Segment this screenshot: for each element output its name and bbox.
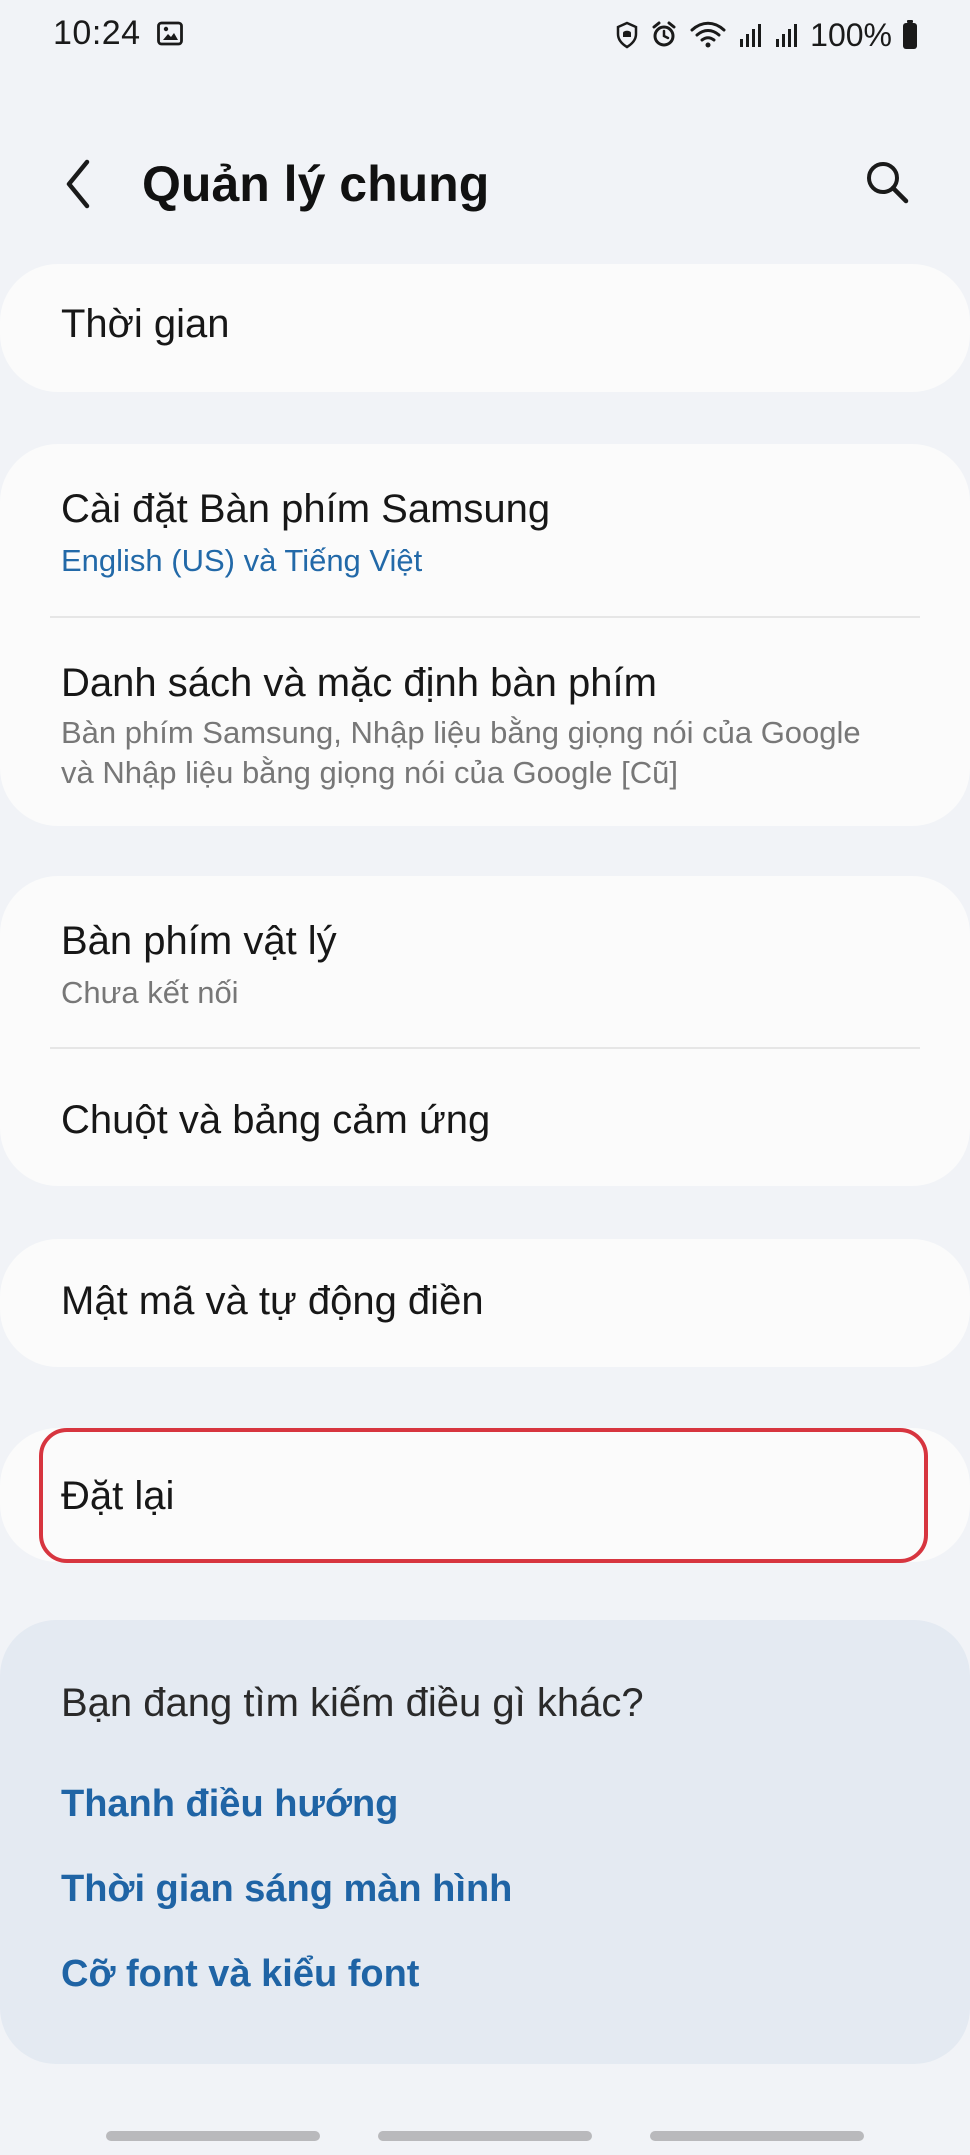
status-time: 10:24 (53, 14, 141, 52)
divider (50, 1047, 920, 1049)
nav-recent-button[interactable] (106, 2131, 320, 2141)
setting-item-reset[interactable]: Đặt lại (0, 1471, 970, 1521)
setting-title-keyboard-list: Danh sách và mặc định bàn phím (61, 661, 657, 705)
setting-subtitle-samsung-keyboard: English (US) và Tiếng Việt (61, 543, 423, 578)
setting-item-samsung-keyboard[interactable]: Cài đặt Bàn phím Samsung English (US) và… (0, 484, 970, 581)
nav-back-button[interactable] (650, 2131, 864, 2141)
setting-title-samsung-keyboard: Cài đặt Bàn phím Samsung (61, 487, 551, 531)
app-header: Quản lý chung (0, 130, 970, 240)
privacy-icon (614, 21, 640, 49)
setting-title-physical-keyboard: Bàn phím vật lý (61, 919, 337, 963)
setting-item-password-autofill[interactable]: Mật mã và tự động điền (0, 1276, 970, 1326)
image-icon (157, 21, 183, 47)
status-icons: 100% (614, 17, 918, 53)
wifi-icon (688, 20, 728, 50)
setting-title-password-autofill: Mật mã và tự động điền (61, 1279, 484, 1323)
signal-icon (738, 21, 764, 49)
search-icon (867, 162, 909, 204)
card-keyboard: Cài đặt Bàn phím Samsung English (US) và… (0, 444, 970, 826)
card-input-devices: Bàn phím vật lý Chưa kết nối Chuột và bả… (0, 876, 970, 1186)
card-time: Thời gian (0, 264, 970, 392)
alarm-icon (650, 21, 678, 49)
setting-item-keyboard-list[interactable]: Danh sách và mặc định bàn phím Bàn phím … (0, 658, 970, 793)
signal-icon-secondary (774, 21, 800, 49)
search-button[interactable] (860, 155, 916, 211)
suggestion-link-font[interactable]: Cỡ font và kiểu font (61, 1950, 419, 1998)
setting-title-time: Thời gian (61, 302, 230, 346)
suggestions-card: Bạn đang tìm kiếm điều gì khác? Thanh đi… (0, 1620, 970, 2064)
back-icon (66, 159, 90, 209)
nav-home-button[interactable] (378, 2131, 592, 2141)
battery-percent: 100% (810, 17, 892, 53)
page-title: Quản lý chung (142, 156, 490, 212)
setting-title-reset: Đặt lại (61, 1474, 175, 1518)
navigation-bar (0, 2120, 970, 2155)
card-password: Mật mã và tự động điền (0, 1239, 970, 1367)
setting-subtitle-physical-keyboard: Chưa kết nối (61, 975, 239, 1010)
setting-item-mouse-trackpad[interactable]: Chuột và bảng cảm ứng (0, 1095, 970, 1145)
back-button[interactable] (56, 154, 104, 214)
setting-subtitle-keyboard-list-line1: Bàn phím Samsung, Nhập liệu bằng giọng n… (61, 715, 861, 750)
setting-subtitle-keyboard-list-line2: và Nhập liệu bằng giọng nói của Google [… (61, 755, 678, 790)
suggestion-link-screen-timeout[interactable]: Thời gian sáng màn hình (61, 1865, 512, 1913)
setting-title-mouse-trackpad: Chuột và bảng cảm ứng (61, 1098, 491, 1142)
divider (50, 616, 920, 618)
status-bar: 10:24 100% (0, 0, 970, 70)
setting-item-time[interactable]: Thời gian (0, 299, 970, 349)
card-reset: Đặt lại (0, 1428, 970, 1562)
suggestions-title: Bạn đang tìm kiếm điều gì khác? (61, 1681, 644, 1725)
suggestion-link-navigation[interactable]: Thanh điều hướng (61, 1780, 398, 1828)
battery-icon (902, 20, 918, 50)
setting-item-physical-keyboard[interactable]: Bàn phím vật lý Chưa kết nối (0, 916, 970, 1013)
